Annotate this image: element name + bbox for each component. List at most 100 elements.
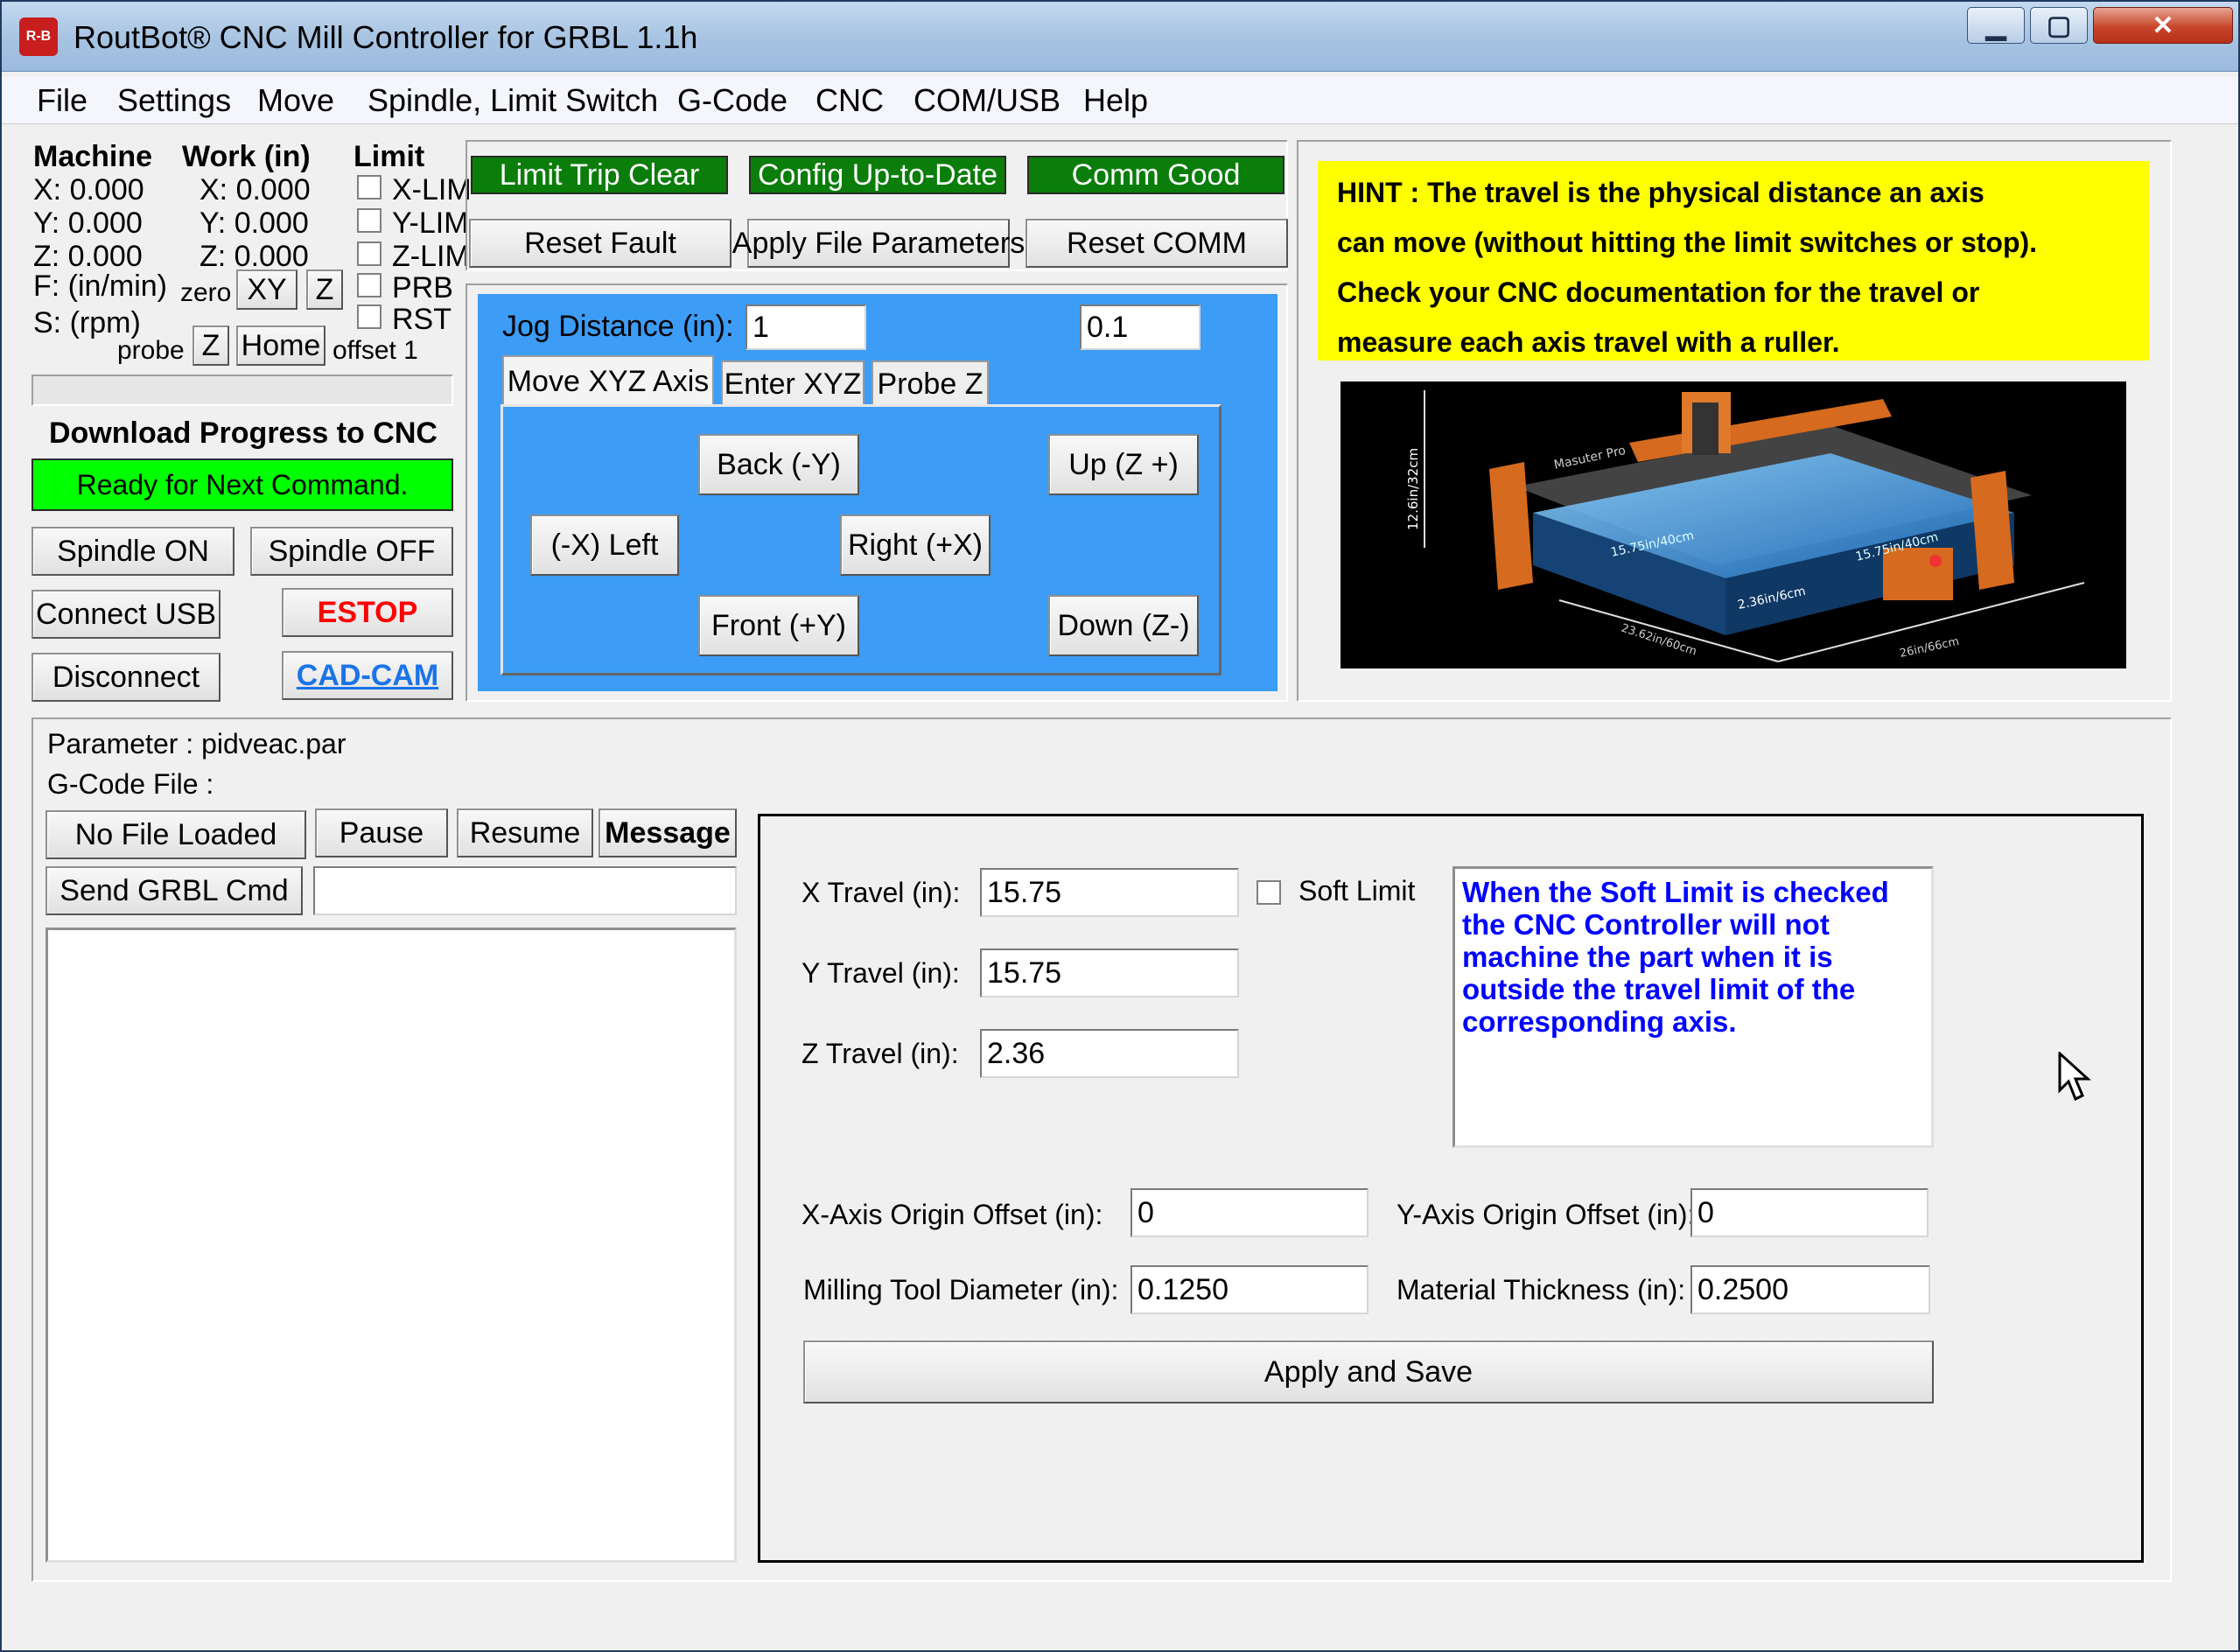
machine-z: Z: 0.000 <box>33 240 143 273</box>
z-travel-input[interactable]: 2.36 <box>980 1029 1239 1078</box>
rst-label: RST <box>392 303 452 336</box>
app-window: R-B RoutBot® CNC Mill Controller for GRB… <box>0 0 2240 1652</box>
cnc-machine-illustration: Masuter Pro 12.6in/32cm 15.75in/40cm 15.… <box>1405 390 2085 662</box>
y-origin-offset-label: Y-Axis Origin Offset (in): <box>1396 1199 1696 1230</box>
jog-back-button[interactable]: Back (-Y) <box>698 434 859 495</box>
disconnect-button[interactable]: Disconnect <box>32 653 220 702</box>
work-y: Y: 0.000 <box>200 206 309 240</box>
zero-z-button[interactable]: Z <box>306 270 343 310</box>
home-button[interactable]: Home <box>236 326 326 366</box>
menu-cnc[interactable]: CNC <box>816 82 884 119</box>
connect-usb-button[interactable]: Connect USB <box>32 590 220 639</box>
prb-checkbox[interactable] <box>357 273 382 298</box>
machine-header: Machine <box>33 140 153 173</box>
spindle-off-button[interactable]: Spindle OFF <box>250 527 453 576</box>
minimize-button[interactable]: ▁ <box>1967 7 2025 44</box>
tool-diameter-label: Milling Tool Diameter (in): <box>803 1274 1119 1306</box>
tab-enter-xyz[interactable]: Enter XYZ <box>721 360 864 406</box>
hint-line-4: measure each axis travel with a ruller. <box>1337 326 1840 358</box>
jog-distance-input[interactable]: 1 <box>746 304 866 350</box>
menu-com-usb[interactable]: COM/USB <box>914 82 1060 119</box>
maximize-icon: ▢ <box>2046 10 2072 40</box>
x-origin-offset-label: X-Axis Origin Offset (in): <box>802 1199 1103 1230</box>
window-title: RoutBot® CNC Mill Controller for GRBL 1.… <box>74 19 698 55</box>
menu-bar: File Settings Move Spindle, Limit Switch… <box>2 77 2238 124</box>
machine-y: Y: 0.000 <box>33 206 143 240</box>
travel-settings-panel <box>758 814 2144 1563</box>
z-travel-label: Z Travel (in): <box>802 1038 959 1069</box>
x-travel-input[interactable]: 15.75 <box>980 868 1239 917</box>
progress-bar <box>32 374 453 406</box>
prb-label: PRB <box>392 271 453 304</box>
x-lim-checkbox[interactable] <box>357 175 382 200</box>
material-thickness-input[interactable]: 0.2500 <box>1690 1265 1930 1314</box>
menu-spindle-limit-switch[interactable]: Spindle, Limit Switch <box>368 82 658 119</box>
mouse-cursor-icon <box>2058 1052 2091 1102</box>
reset-comm-button[interactable]: Reset COMM <box>1026 219 1288 268</box>
apply-file-parameters-button[interactable]: Apply File Parameters <box>732 219 1025 268</box>
jog-down-button[interactable]: Down (Z-) <box>1048 595 1199 656</box>
cad-cam-button[interactable]: CAD-CAM <box>282 651 453 700</box>
x-travel-label: X Travel (in): <box>802 877 961 908</box>
pause-button[interactable]: Pause <box>315 808 448 858</box>
probe-z-button[interactable]: Z <box>192 326 229 366</box>
grbl-cmd-input[interactable] <box>313 866 737 915</box>
tab-move-xyz[interactable]: Move XYZ Axis <box>502 355 714 406</box>
menu-file[interactable]: File <box>37 82 88 119</box>
no-file-loaded-button[interactable]: No File Loaded <box>46 810 306 859</box>
material-thickness-label: Material Thickness (in): <box>1396 1274 1686 1306</box>
jog-up-button[interactable]: Up (Z +) <box>1048 434 1199 495</box>
ready-status: Ready for Next Command. <box>32 458 453 511</box>
z-lim-checkbox[interactable] <box>357 242 382 266</box>
spindle-speed: S: (rpm) <box>33 306 141 340</box>
menu-move[interactable]: Move <box>257 82 334 119</box>
soft-limit-label: Soft Limit <box>1298 875 1416 906</box>
limit-status: Limit Trip Clear <box>471 156 728 194</box>
menu-settings[interactable]: Settings <box>117 82 231 119</box>
jog-distance-alt-input[interactable]: 0.1 <box>1080 304 1200 350</box>
jog-left-button[interactable]: (-X) Left <box>530 514 679 576</box>
parameter-file: Parameter : pidveac.par <box>47 728 346 760</box>
feed-rate: F: (in/min) <box>33 270 167 303</box>
y-origin-offset-input[interactable]: 0 <box>1690 1188 1928 1237</box>
spindle-on-button[interactable]: Spindle ON <box>32 527 234 576</box>
offset-label: offset 1 <box>332 336 418 365</box>
close-icon: ✕ <box>2152 10 2174 40</box>
reset-fault-button[interactable]: Reset Fault <box>469 219 732 268</box>
message-log[interactable] <box>46 928 737 1563</box>
work-x: X: 0.000 <box>200 173 311 206</box>
menu-gcode[interactable]: G-Code <box>677 82 788 119</box>
menu-help[interactable]: Help <box>1083 82 1148 119</box>
resume-button[interactable]: Resume <box>457 808 593 858</box>
soft-limit-checkbox[interactable] <box>1256 880 1281 905</box>
work-z: Z: 0.000 <box>200 240 309 273</box>
cnc-machine-photo: Masuter Pro 12.6in/32cm 15.75in/40cm 15.… <box>1340 382 2126 668</box>
zero-xy-button[interactable]: XY <box>236 270 298 310</box>
machine-x: X: 0.000 <box>33 173 144 206</box>
apply-and-save-button[interactable]: Apply and Save <box>803 1340 1934 1404</box>
close-button[interactable]: ✕ <box>2093 7 2233 44</box>
maximize-button[interactable]: ▢ <box>2030 7 2088 44</box>
z-lim-label: Z-LIM <box>392 240 470 273</box>
send-grbl-cmd-button[interactable]: Send GRBL Cmd <box>46 866 303 915</box>
config-status: Config Up-to-Date <box>749 156 1006 194</box>
y-travel-label: Y Travel (in): <box>802 957 960 989</box>
x-lim-label: X-LIM <box>392 173 472 206</box>
y-lim-checkbox[interactable] <box>357 208 382 233</box>
x-origin-offset-input[interactable]: 0 <box>1130 1188 1368 1237</box>
rst-checkbox[interactable] <box>357 304 382 329</box>
hint-box: HINT : The travel is the physical distan… <box>1318 161 2149 360</box>
message-button[interactable]: Message <box>598 808 737 858</box>
jog-front-button[interactable]: Front (+Y) <box>698 595 859 656</box>
tab-probe-z[interactable]: Probe Z <box>872 360 989 406</box>
title-bar[interactable]: R-B RoutBot® CNC Mill Controller for GRB… <box>2 2 2238 72</box>
photo-dim-width: 26in/66cm <box>1899 635 1961 661</box>
hint-line-1: HINT : The travel is the physical distan… <box>1337 177 1984 208</box>
tool-diameter-input[interactable]: 0.1250 <box>1130 1265 1368 1314</box>
y-travel-input[interactable]: 15.75 <box>980 948 1239 998</box>
probe-label: probe <box>117 336 185 365</box>
estop-button[interactable]: ESTOP <box>282 588 453 637</box>
jog-right-button[interactable]: Right (+X) <box>840 514 990 576</box>
limit-header: Limit <box>354 140 425 173</box>
comm-status: Comm Good <box>1027 156 1284 194</box>
